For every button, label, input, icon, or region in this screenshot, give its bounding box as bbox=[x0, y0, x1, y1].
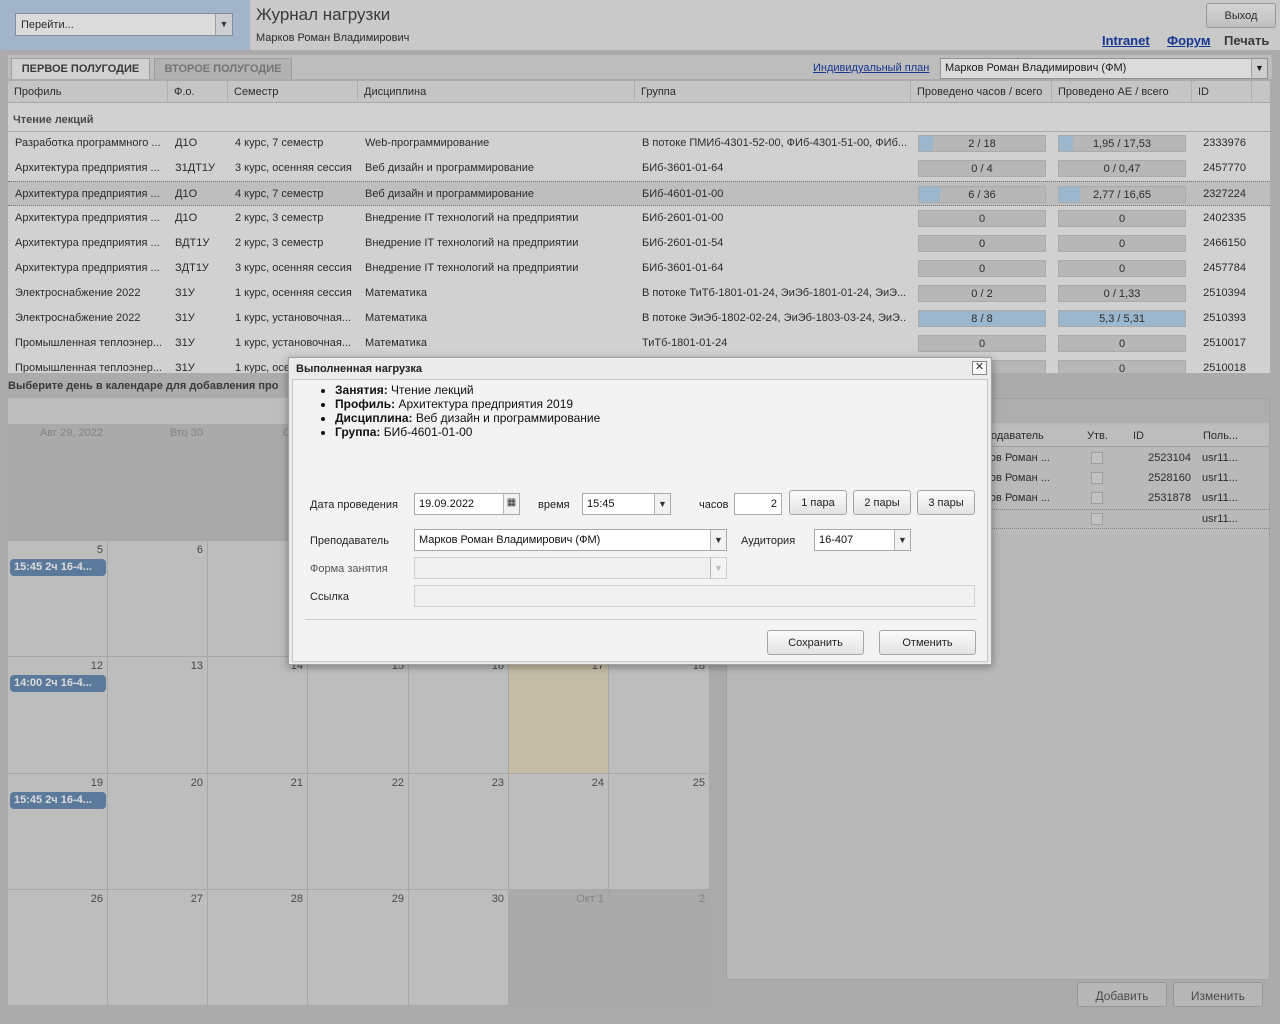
info-profile: Профиль: Архитектура предприятия 2019 bbox=[335, 397, 600, 411]
link-label: Ссылка bbox=[310, 591, 349, 603]
room-label: Аудитория bbox=[741, 535, 796, 547]
date-label: Дата проведения bbox=[310, 499, 398, 511]
info-value: Архитектура предприятия 2019 bbox=[398, 397, 574, 411]
link-field[interactable] bbox=[414, 585, 975, 607]
chevron-down-icon[interactable]: ▼ bbox=[710, 530, 726, 550]
calendar-icon[interactable]: ▦ bbox=[503, 494, 519, 514]
time-field[interactable]: 15:45 ▼ bbox=[582, 493, 671, 515]
info-discipline: Дисциплина: Веб дизайн и программировани… bbox=[335, 411, 600, 425]
chevron-down-icon: ▼ bbox=[710, 558, 726, 578]
workload-dialog: Выполненная нагрузка ✕ Занятия: Чтение л… bbox=[288, 357, 992, 665]
teacher-field[interactable]: Марков Роман Владимирович (ФМ) ▼ bbox=[414, 529, 727, 551]
teacher-label: Преподаватель bbox=[310, 535, 389, 547]
date-field[interactable]: 19.09.2022 ▦ bbox=[414, 493, 520, 515]
hours-label: часов bbox=[699, 499, 729, 511]
chevron-down-icon[interactable]: ▼ bbox=[654, 494, 670, 514]
date-value: 19.09.2022 bbox=[419, 498, 475, 510]
cancel-button[interactable]: Отменить bbox=[879, 630, 976, 655]
lesson-info-list: Занятия: Чтение лекций Профиль: Архитект… bbox=[335, 383, 600, 439]
info-key: Группа: bbox=[335, 425, 381, 439]
time-value: 15:45 bbox=[587, 498, 615, 510]
info-lesson-type: Занятия: Чтение лекций bbox=[335, 383, 600, 397]
room-field[interactable]: 16-407 ▼ bbox=[814, 529, 911, 551]
info-value: Чтение лекций bbox=[391, 383, 474, 397]
dialog-title: Выполненная нагрузка bbox=[296, 363, 423, 375]
save-button[interactable]: Сохранить bbox=[767, 630, 864, 655]
dialog-divider bbox=[305, 619, 977, 620]
dialog-body: Занятия: Чтение лекций Профиль: Архитект… bbox=[292, 379, 988, 662]
hours-field[interactable]: 2 bbox=[734, 493, 782, 515]
info-value: Веб дизайн и программирование bbox=[415, 411, 601, 425]
form-label: Форма занятия bbox=[310, 563, 388, 575]
info-key: Профиль: bbox=[335, 397, 396, 411]
form-field[interactable]: ▼ bbox=[414, 557, 727, 579]
close-icon[interactable]: ✕ bbox=[972, 361, 987, 375]
teacher-value: Марков Роман Владимирович (ФМ) bbox=[419, 534, 601, 546]
room-value: 16-407 bbox=[819, 534, 854, 546]
one-pair-button[interactable]: 1 пара bbox=[789, 490, 847, 515]
info-key: Занятия: bbox=[335, 383, 388, 397]
info-key: Дисциплина: bbox=[335, 411, 413, 425]
time-label: время bbox=[538, 499, 570, 511]
info-group: Группа: БИб-4601-01-00 bbox=[335, 425, 600, 439]
two-pairs-button[interactable]: 2 пары bbox=[853, 490, 911, 515]
chevron-down-icon[interactable]: ▼ bbox=[894, 530, 910, 550]
three-pairs-button[interactable]: 3 пары bbox=[917, 490, 975, 515]
info-value: БИб-4601-01-00 bbox=[383, 425, 473, 439]
